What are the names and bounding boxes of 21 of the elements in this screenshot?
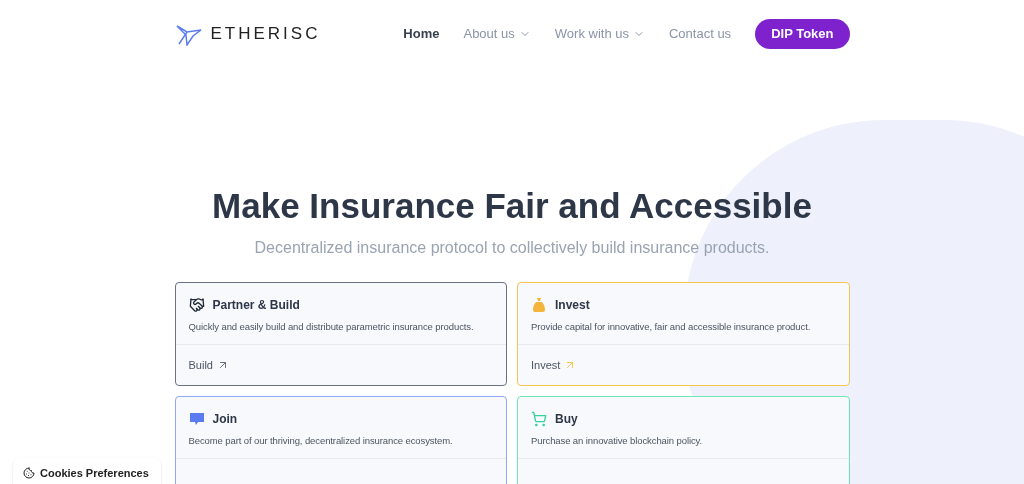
card-title: Partner & Build [212,297,300,314]
card-description: Provide capital for innovative, fair and accessible insurance product. [531,320,812,334]
card-description: Purchase an innovative blockchain policy. [531,434,704,448]
cart-icon [531,411,547,427]
card-title: Join [212,411,238,428]
hero-title: Make Insurance Fair and Accessible [212,185,812,227]
card-title: Buy [555,411,578,428]
money-bag-icon [531,297,547,313]
cookie-icon [23,467,35,479]
dip-token-button[interactable]: DIP Token [755,19,850,49]
card-link[interactable]: Build [188,357,229,374]
chat-badge-icon [188,412,205,426]
card-title: Invest [555,297,590,314]
handshake-icon [188,297,205,313]
hero-subtitle: Decentralized insurance protocol to collectively build insurance products. [254,238,770,258]
card-link[interactable]: Invest [531,357,577,374]
card-description: Quickly and easily build and distribute parametric insurance products. [188,320,475,334]
cookies-preferences-button[interactable]: Cookies Preferences [13,458,161,484]
nav-link[interactable]: Home [403,24,440,44]
logo-text: ETHERISC [210,23,321,46]
card-description: Become part of our thriving, decentralized insurance ecosystem. [188,434,454,448]
